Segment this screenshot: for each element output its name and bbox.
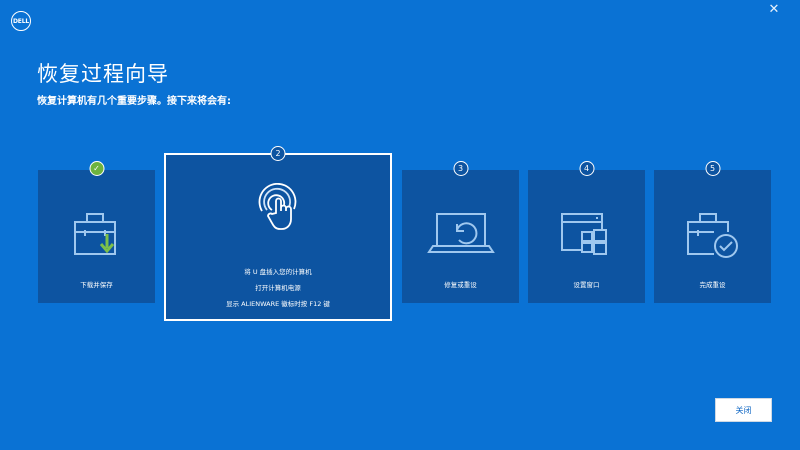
dell-logo: DELL	[11, 11, 31, 31]
window-close-icon[interactable]: ✕	[748, 0, 800, 18]
windows-setup-icon	[528, 212, 645, 258]
step-done-check-icon: ✓	[89, 161, 104, 176]
toolbox-download-icon	[38, 212, 155, 260]
boot-step-line: 将 U 盘插入您的计算机	[244, 268, 312, 276]
boot-step-line: 打开计算机电源	[255, 284, 301, 292]
step-number-badge: 2	[270, 146, 286, 161]
step-number-badge: 4	[579, 161, 594, 176]
laptop-restore-icon	[402, 212, 519, 256]
step-number-badge: 5	[705, 161, 720, 176]
step-card-boot: 2 将 U 盘插入您的计算机 打开计算机电源 显示 ALIENWARE 徽标时按…	[164, 146, 392, 321]
boot-step-line: 显示 ALIENWARE 徽标时按 F12 键	[226, 300, 330, 308]
close-button[interactable]: 关闭	[715, 398, 772, 422]
step-label: 修复或重设	[444, 281, 477, 289]
step-card-download: ✓ 下载并保存	[38, 161, 155, 303]
step-label: 完成重设	[699, 281, 726, 289]
page-subtitle: 恢复计算机有几个重要步骤。接下来将会有:	[37, 96, 231, 107]
step-label: 设置窗口	[573, 281, 600, 289]
toolbox-check-icon	[654, 212, 771, 260]
step-card-repair: 3 修复或重设	[402, 161, 519, 303]
page-title: 恢复过程向导	[37, 62, 169, 86]
step-label: 下载并保存	[80, 281, 113, 289]
touch-click-icon	[166, 183, 390, 235]
step-number-badge: 3	[453, 161, 468, 176]
step-card-setup: 4 设置窗口	[528, 161, 645, 303]
step-card-complete: 5 完成重设	[654, 161, 771, 303]
